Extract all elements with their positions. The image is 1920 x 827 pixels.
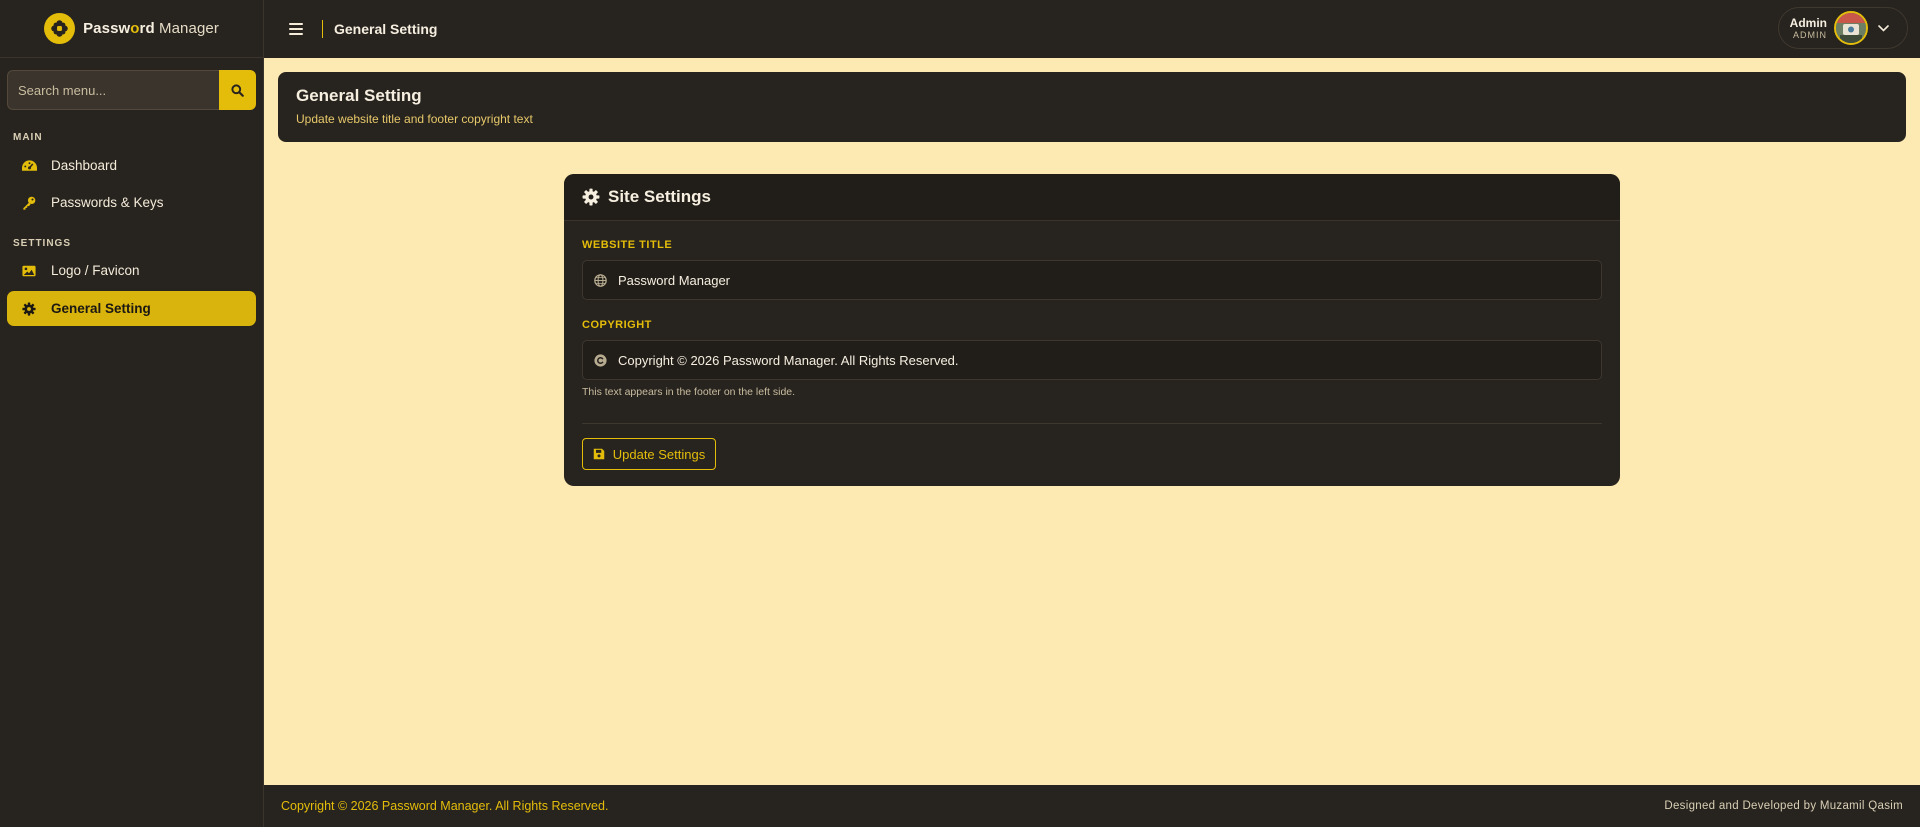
footer-credits: Designed and Developed by Muzamil Qasim [1664, 800, 1903, 812]
avatar [1834, 11, 1868, 45]
brand-name-part: Passw [83, 20, 131, 37]
sidebar-item-label: Dashboard [51, 158, 118, 173]
site-settings-card: Site Settings WEBSITE TITLE COPYRIGHT Th… [564, 174, 1620, 486]
copyright-help-text: This text appears in the footer on the l… [582, 386, 796, 398]
section-label-main: MAIN [13, 132, 43, 143]
update-settings-label: Update Settings [612, 446, 706, 462]
brand-name-part: rd [139, 20, 155, 37]
search-input[interactable] [7, 70, 219, 110]
footer-copyright: Copyright © 2026 Password Manager. All R… [281, 799, 609, 813]
user-role: ADMIN [1793, 30, 1827, 40]
copyright-icon [594, 353, 607, 367]
brand[interactable]: Password Manager [0, 0, 263, 58]
copyright-label: COPYRIGHT [582, 319, 652, 331]
gear-icon [582, 188, 600, 206]
user-name: Admin [1789, 16, 1827, 30]
sidebar-search [7, 70, 256, 110]
user-menu[interactable]: Admin ADMIN [1778, 7, 1908, 49]
topbar-title: General Setting [334, 21, 438, 37]
sidebar-item-general-setting[interactable]: General Setting [7, 291, 256, 326]
brand-name-accent: o [130, 20, 140, 37]
globe-icon [594, 273, 607, 287]
menu-toggle-icon[interactable] [289, 23, 303, 35]
page-title: General Setting [296, 86, 422, 105]
sidebar: Password Manager MAIN Dashboard Password… [0, 0, 264, 827]
user-info: Admin ADMIN [1787, 16, 1827, 40]
topbar-divider [322, 20, 323, 38]
brand-name-suffix: Manager [154, 20, 219, 37]
copyright-input[interactable] [618, 352, 1601, 368]
website-title-field [582, 260, 1602, 300]
footer: Copyright © 2026 Password Manager. All R… [264, 785, 1920, 827]
save-icon [593, 448, 604, 460]
topbar: General Setting Admin ADMIN [264, 0, 1920, 58]
brand-name: Password Manager [83, 20, 219, 37]
chevron-down-icon [1878, 24, 1889, 32]
page-header: General Setting Update website title and… [278, 72, 1906, 142]
card-header: Site Settings [564, 174, 1620, 221]
image-icon [21, 263, 37, 279]
sidebar-item-passwords-keys[interactable]: Passwords & Keys [7, 185, 256, 220]
sidebar-item-logo-favicon[interactable]: Logo / Favicon [7, 253, 256, 288]
gear-icon [21, 301, 37, 317]
search-button[interactable] [219, 70, 256, 110]
update-settings-button[interactable]: Update Settings [582, 438, 716, 470]
sidebar-item-label: Passwords & Keys [51, 195, 164, 210]
brand-logo-icon [44, 13, 76, 44]
sidebar-item-label: Logo / Favicon [51, 263, 140, 278]
website-title-label: WEBSITE TITLE [582, 239, 673, 251]
card-divider [582, 423, 1602, 424]
sidebar-item-dashboard[interactable]: Dashboard [7, 148, 256, 183]
section-label-settings: SETTINGS [13, 238, 72, 249]
sidebar-item-label: General Setting [51, 301, 151, 316]
dashboard-icon [21, 158, 37, 174]
card-title: Site Settings [608, 187, 711, 206]
copyright-field [582, 340, 1602, 380]
website-title-input[interactable] [618, 272, 1601, 288]
key-icon [21, 195, 37, 211]
page-subtitle: Update website title and footer copyrigh… [296, 112, 533, 126]
search-icon [231, 83, 244, 97]
